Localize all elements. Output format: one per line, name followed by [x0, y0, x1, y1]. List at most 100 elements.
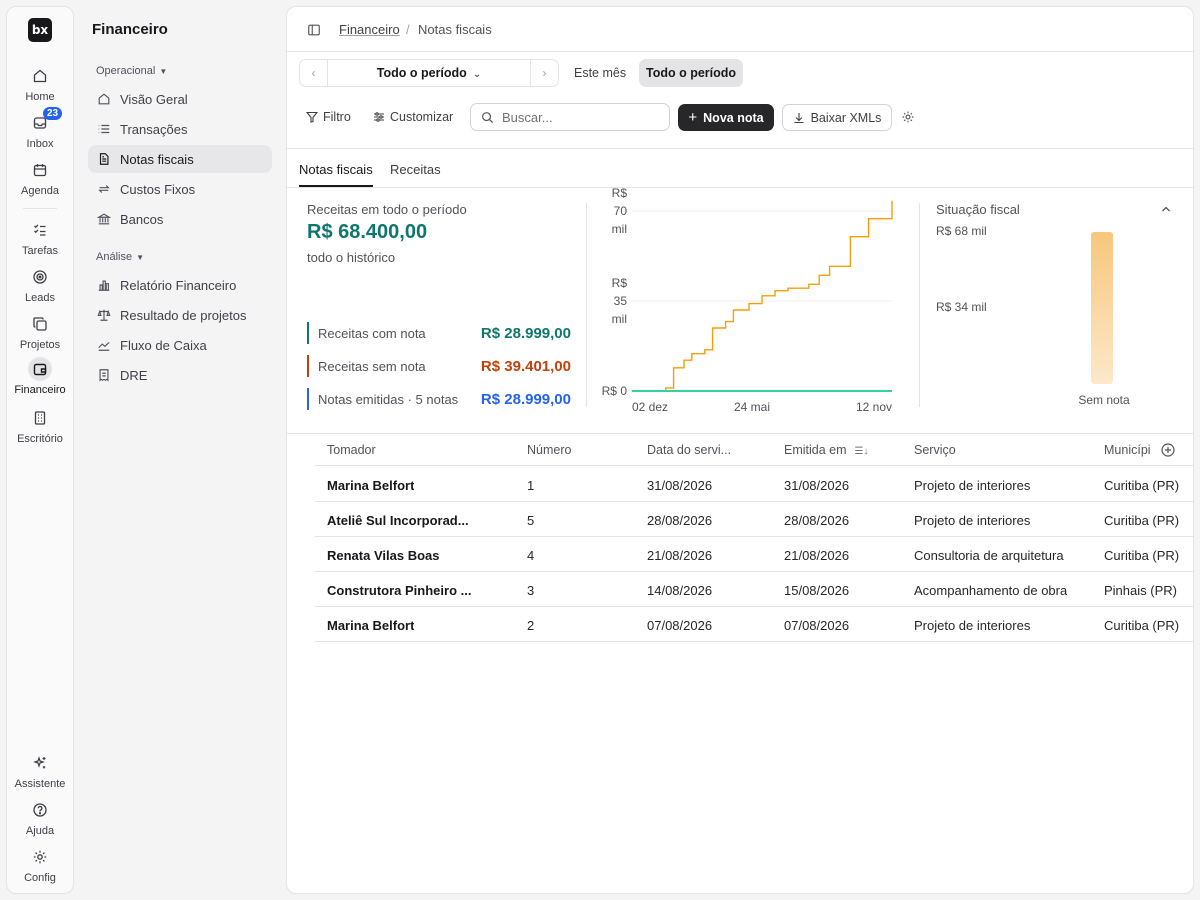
tab-receitas[interactable]: Receitas	[390, 162, 441, 177]
sidebar-item-fluxo-caixa[interactable]: Fluxo de Caixa	[88, 331, 272, 359]
sidebar-item-visao-geral[interactable]: Visão Geral	[88, 85, 272, 113]
x-tick-label: 12 nov	[856, 400, 892, 414]
sidebar-item-label: Custos Fixos	[120, 181, 196, 197]
cell-servico: Projeto de interiores	[914, 618, 1031, 633]
sidebar-group-label: Análise	[96, 251, 133, 263]
calendar-icon	[28, 158, 52, 182]
sidebar-item-label: Relatório Financeiro	[120, 277, 237, 293]
sidebar-item-notas-fiscais[interactable]: Notas fiscais	[88, 145, 272, 173]
fiscal-status-title: Situação fiscal	[936, 202, 1020, 217]
tab-notas-fiscais[interactable]: Notas fiscais	[299, 162, 373, 177]
cell-municipio: Curitiba (PR)	[1104, 478, 1180, 493]
table-row[interactable]: Construtora Pinheiro ... 3 14/08/2026 15/08…	[315, 572, 1193, 607]
revenue-line-chart: R$ 70 mil R$ 35 mil R$ 0 02 dez 24 mai 12 nov	[602, 186, 893, 414]
search-input[interactable]	[502, 109, 652, 125]
rail-agenda[interactable]: Agenda	[7, 158, 73, 197]
download-xml-button[interactable]: Baixar XMLs	[782, 104, 892, 131]
cell-servico: Consultoria de arquitetura	[914, 548, 1064, 563]
table-row[interactable]: Renata Vilas Boas 4 21/08/2026 21/08/2026 Co…	[315, 537, 1193, 572]
rail-tarefas[interactable]: Tarefas	[7, 218, 73, 257]
new-note-label: Nova nota	[703, 110, 764, 125]
rail-ajuda[interactable]: Ajuda	[7, 798, 73, 837]
cell-municipio: Pinhais (PR)	[1104, 583, 1177, 598]
customize-button[interactable]: Customizar	[373, 110, 453, 124]
rail-home[interactable]: Home	[7, 64, 73, 103]
rail-escritorio[interactable]: Escritório	[7, 406, 73, 445]
sidebar-item-label: Transações	[120, 121, 188, 137]
cell-tomador: Marina Belfort	[327, 478, 415, 493]
search-icon	[482, 111, 494, 123]
new-note-button[interactable]: + Nova nota	[678, 104, 774, 131]
trend-line-icon	[98, 341, 110, 351]
rail-leads[interactable]: Leads	[7, 265, 73, 304]
settings-gear-icon[interactable]	[901, 110, 915, 124]
table-row[interactable]: Ateliê Sul Incorporad... 5 28/08/2026 28/08…	[315, 502, 1193, 537]
breadcrumb-current: Notas fiscais	[418, 22, 492, 37]
y-tick-label: R$ 0	[602, 384, 628, 398]
column-header-emitida-em[interactable]: Emitida em ☰↓	[784, 443, 869, 457]
fiscal-category-label: Sem nota	[1078, 393, 1130, 407]
cell-numero: 2	[527, 618, 535, 633]
rail-assistente[interactable]: Assistente	[7, 751, 73, 790]
add-column-icon[interactable]	[1161, 443, 1175, 457]
target-icon	[28, 265, 52, 289]
rail-financeiro[interactable]: Financeiro	[7, 357, 73, 396]
sidebar-group-label: Operacional	[96, 65, 156, 77]
preset-todo-periodo[interactable]: Todo o período	[639, 59, 744, 87]
table-row[interactable]: Marina Belfort 1 31/08/2026 31/08/2026 Proje…	[315, 467, 1193, 502]
divider	[287, 148, 1193, 149]
sidebar-group-analise[interactable]: Análise ▼	[96, 251, 144, 263]
download-icon	[794, 112, 804, 123]
chart-series-line	[632, 200, 893, 392]
period-dropdown[interactable]: Todo o período ⌄	[328, 66, 530, 80]
caret-down-icon: ▼	[159, 67, 168, 76]
chevron-up-icon[interactable]	[1160, 203, 1172, 215]
sidebar-item-bancos[interactable]: Bancos	[88, 205, 272, 233]
sidebar-item-dre[interactable]: DRE	[88, 361, 272, 389]
cell-municipio: Curitiba (PR)	[1104, 513, 1180, 528]
table-row[interactable]: Marina Belfort 2 07/08/2026 07/08/2026 Proje…	[315, 607, 1193, 642]
download-xml-label: Baixar XMLs	[810, 110, 882, 125]
cell-numero: 5	[527, 513, 535, 528]
cell-data-servico: 07/08/2026	[647, 618, 713, 633]
rail-label: Escritório	[17, 433, 63, 445]
cell-numero: 4	[527, 548, 535, 563]
filter-button[interactable]: Filtro	[306, 110, 351, 124]
rail-config[interactable]: Config	[7, 845, 73, 884]
cell-emitida-em: 21/08/2026	[784, 548, 850, 563]
cell-servico: Projeto de interiores	[914, 513, 1031, 528]
rail-label: Leads	[25, 292, 55, 304]
sidebar-group-operacional[interactable]: Operacional ▼	[96, 65, 167, 77]
sidebar-item-custos-fixos[interactable]: Custos Fixos	[88, 175, 272, 203]
rail-inbox[interactable]: 23 Inbox	[7, 107, 73, 150]
column-header-servico[interactable]: Serviço	[914, 443, 956, 457]
cell-tomador: Marina Belfort	[327, 618, 415, 633]
column-header-municipio[interactable]: Municípi	[1104, 443, 1160, 457]
app-rail: bx Home 23 Inbox Agenda Tarefas Leads Pr…	[6, 6, 74, 894]
rail-projetos[interactable]: Projetos	[7, 312, 73, 351]
sidebar-item-label: Resultado de projetos	[120, 307, 247, 323]
caret-down-icon: ▼	[136, 253, 144, 262]
preset-este-mes[interactable]: Este mês	[567, 59, 633, 87]
cell-emitida-em: 28/08/2026	[784, 513, 850, 528]
cell-data-servico: 28/08/2026	[647, 513, 713, 528]
rail-label: Home	[25, 91, 55, 103]
sidebar-item-transacoes[interactable]: Transações	[88, 115, 272, 143]
column-header-numero[interactable]: Número	[527, 443, 571, 457]
sidebar-toggle-icon[interactable]	[307, 23, 321, 37]
column-header-data-servico[interactable]: Data do servi...	[647, 443, 739, 457]
fiscal-axis-tick: R$ 68 mil	[936, 224, 987, 238]
breadcrumb-parent[interactable]: Financeiro	[339, 22, 400, 37]
column-header-tomador[interactable]: Tomador	[327, 443, 376, 457]
chevron-left-icon[interactable]: ‹	[300, 60, 328, 86]
stat-value: R$ 28.999,00	[480, 324, 571, 342]
y-tick-label: R$	[612, 186, 628, 200]
rail-label: Ajuda	[25, 825, 55, 837]
sidebar-item-relatorio-financeiro[interactable]: Relatório Financeiro	[88, 271, 272, 299]
chevron-right-icon[interactable]: ›	[530, 60, 558, 86]
app-logo[interactable]: bx	[28, 18, 52, 42]
sidebar-item-label: Bancos	[120, 211, 164, 227]
sidebar-item-resultado-projetos[interactable]: Resultado de projetos	[88, 301, 272, 329]
rail-label: Tarefas	[21, 245, 59, 257]
filter-label: Filtro	[323, 110, 351, 124]
